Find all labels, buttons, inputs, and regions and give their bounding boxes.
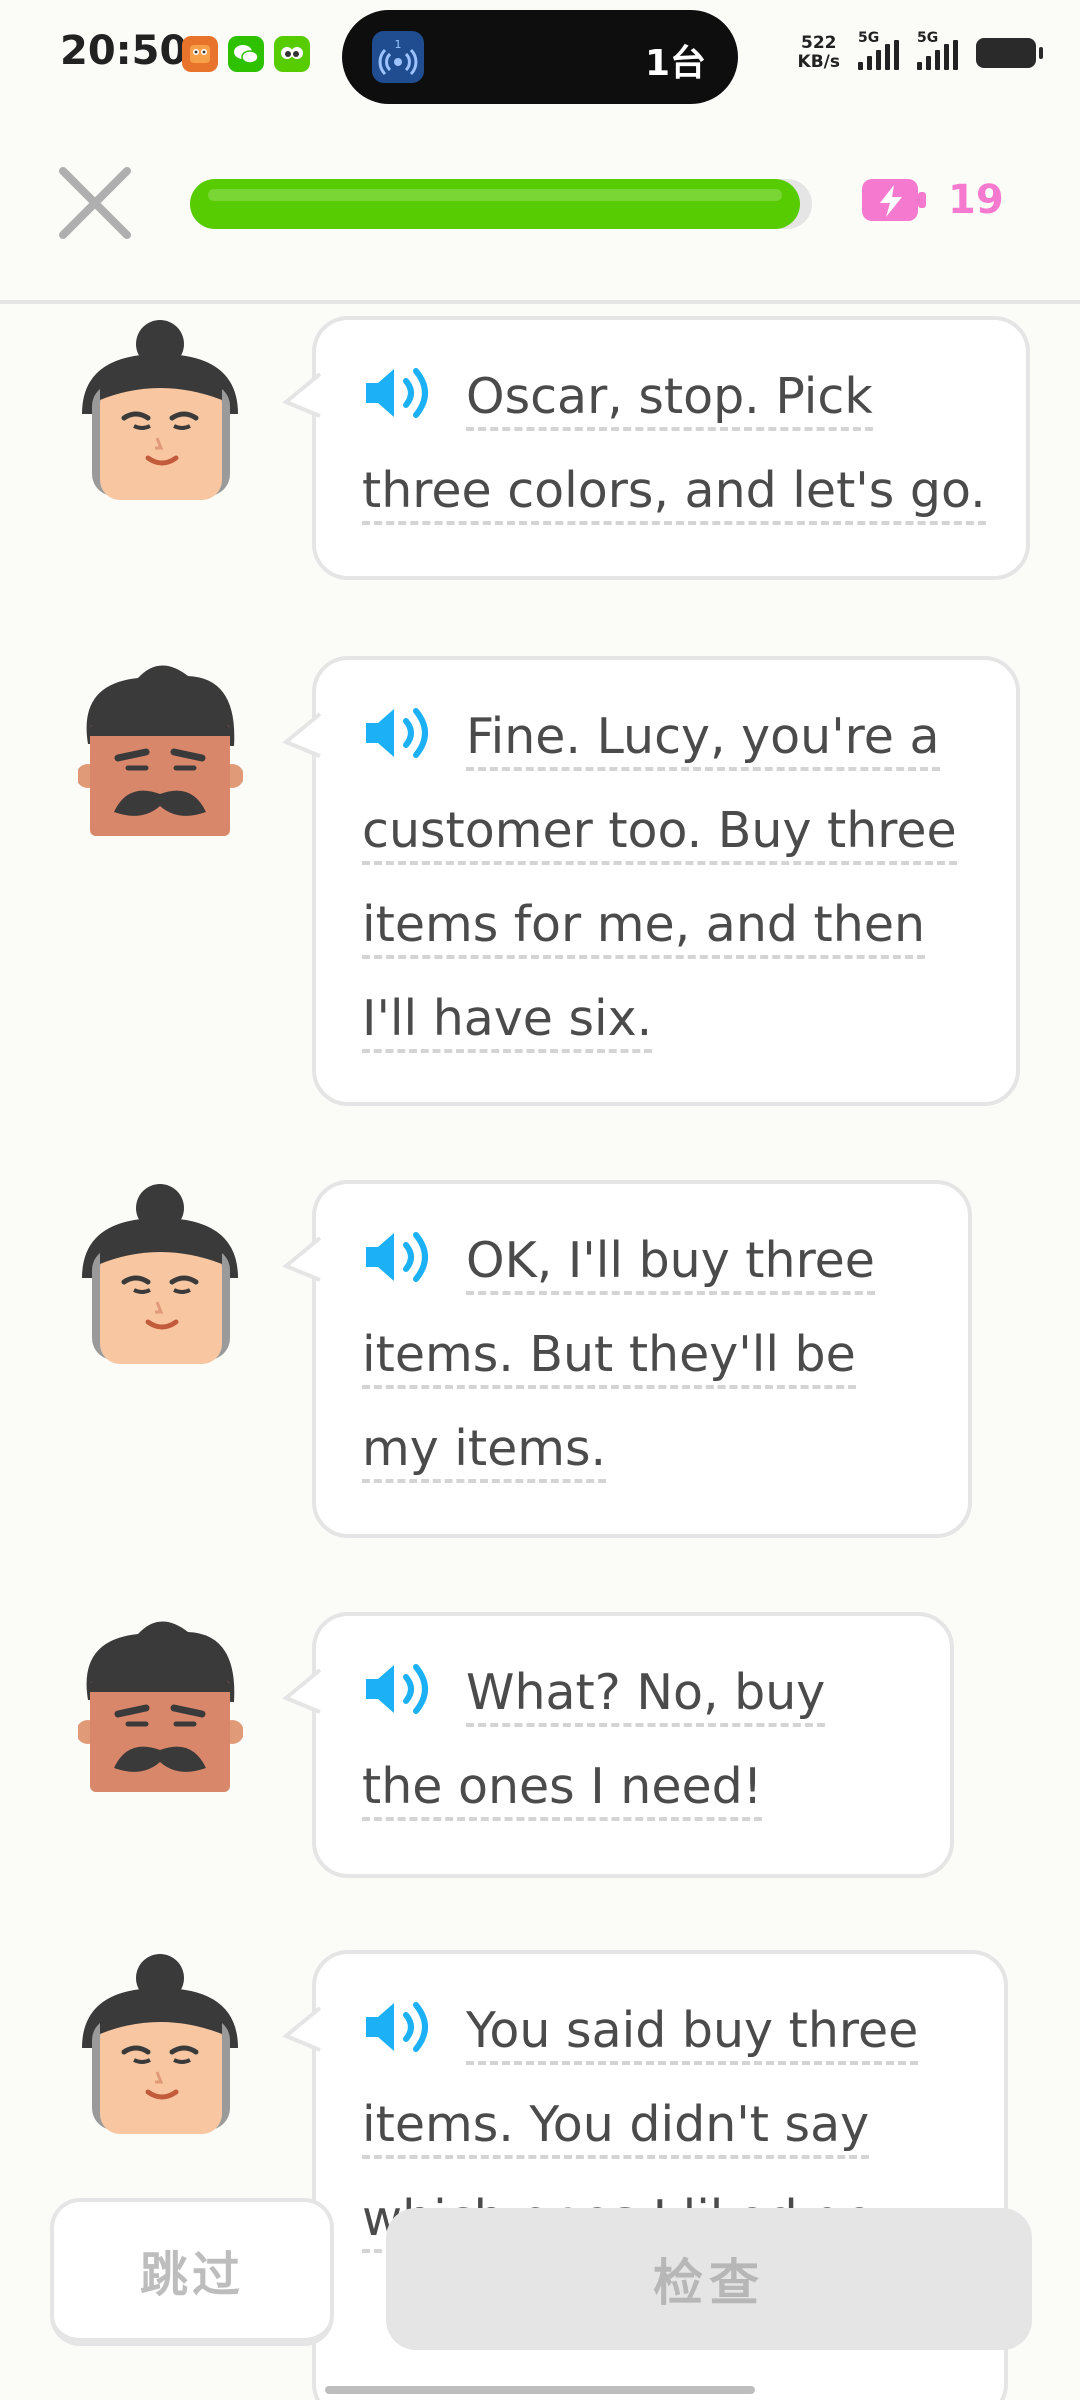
- progress-shine: [208, 189, 782, 201]
- owl-app-icon: [182, 36, 218, 72]
- broadcast-icon: 1: [372, 31, 424, 83]
- lucy-avatar: [78, 1178, 243, 1364]
- oscar-avatar: [76, 654, 244, 836]
- svg-text:1: 1: [395, 38, 402, 51]
- wechat-icon: [228, 36, 264, 72]
- close-button[interactable]: [55, 163, 135, 243]
- skip-button[interactable]: 跳过: [50, 2198, 334, 2346]
- energy-count: 19: [948, 177, 1004, 223]
- oscar-avatar: [76, 1610, 244, 1792]
- speaker-icon[interactable]: [362, 698, 434, 758]
- speaker-icon[interactable]: [362, 1654, 434, 1714]
- network-speed: 522 KB/s: [797, 33, 840, 72]
- speaker-icon[interactable]: [362, 1992, 434, 2052]
- lesson-progress-bar: [190, 179, 812, 229]
- speaker-icon[interactable]: [362, 358, 434, 418]
- status-time: 20:50: [60, 28, 188, 74]
- status-bar: 20:50 1 1台 522 KB/s 5G 5G: [0, 0, 1080, 115]
- status-indicators: 522 KB/s 5G 5G: [797, 30, 1043, 72]
- message-text[interactable]: Oscar, stop. Pick three colors, and let'…: [362, 368, 986, 525]
- speech-bubble: Oscar, stop. Pick three colors, and let'…: [282, 316, 1030, 580]
- notification-icons: [182, 36, 310, 72]
- dynamic-island[interactable]: 1 1台: [342, 10, 738, 104]
- signal-icon: 5G: [917, 30, 958, 70]
- home-indicator[interactable]: [325, 2386, 755, 2394]
- check-button[interactable]: 检查: [386, 2208, 1032, 2350]
- message-text[interactable]: OK, I'll buy three items. But they'll be…: [362, 1232, 875, 1483]
- battery-icon: [976, 38, 1043, 68]
- duolingo-app-icon: [274, 36, 310, 72]
- lucy-avatar: [78, 1948, 243, 2134]
- speech-bubble: Fine. Lucy, you're a customer too. Buy t…: [282, 656, 1020, 1106]
- lesson-header: 19: [0, 115, 1080, 300]
- speaker-icon[interactable]: [362, 1222, 434, 1282]
- energy-indicator[interactable]: 19: [860, 175, 1004, 225]
- progress-fill: [190, 179, 800, 229]
- lucy-avatar: [78, 314, 243, 500]
- close-icon: [59, 167, 131, 239]
- message-text[interactable]: Fine. Lucy, you're a customer too. Buy t…: [362, 708, 957, 1053]
- energy-battery-icon: [860, 175, 930, 225]
- signal-icon: 5G: [858, 30, 899, 70]
- device-count: 1台: [644, 43, 706, 84]
- speech-bubble: OK, I'll buy three items. But they'll be…: [282, 1180, 972, 1538]
- conversation: Oscar, stop. Pick three colors, and let'…: [0, 304, 1080, 2400]
- speech-bubble: What? No, buy the ones I need!: [282, 1612, 954, 1878]
